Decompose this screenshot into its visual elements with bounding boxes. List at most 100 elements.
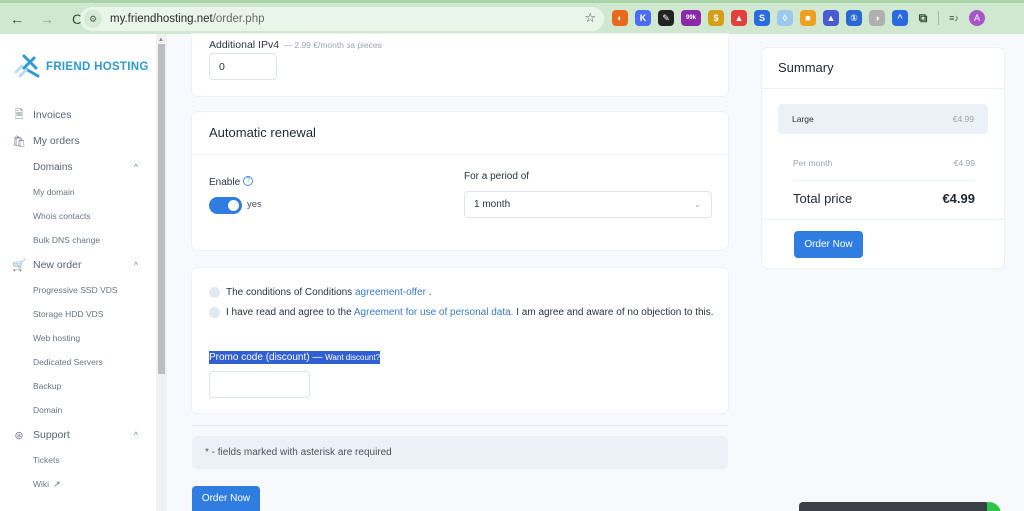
agreements-card: The conditions of Conditions agreement-o…: [192, 268, 728, 413]
ext-11-icon[interactable]: ①: [846, 10, 862, 26]
ext-puzzle-icon[interactable]: ⧉: [915, 10, 931, 26]
auto-renew-toggle[interactable]: [209, 197, 242, 214]
ext-badge-icon[interactable]: 99k: [681, 10, 701, 26]
total-label: Total price: [793, 191, 853, 206]
url-text: my.friendhosting.net/order.php: [110, 13, 265, 25]
promo-code-label: Promo code (discount) — Want discount?: [209, 351, 381, 364]
sidebar-item-support[interactable]: ⊛ Support ^: [0, 422, 156, 448]
help-icon[interactable]: ?: [243, 175, 254, 186]
summary-item-price: €4.99: [952, 114, 974, 124]
sidebar-item-label: Backup: [33, 381, 62, 391]
ext-5-icon[interactable]: $: [708, 10, 724, 26]
sidebar-item-domain[interactable]: Domain: [0, 398, 156, 422]
sidebar-item-label: Progressive SSD VDS: [33, 285, 118, 295]
summary-order-now-button[interactable]: Order Now: [794, 231, 863, 258]
sidebar-item-storage-hdd-vds[interactable]: Storage HDD VDS: [0, 302, 156, 326]
summary-card: Summary Large €4.99 Per month €4.99 Tota…: [762, 48, 1004, 268]
sidebar-item-backup[interactable]: Backup: [0, 374, 156, 398]
browser-toolbar: ← → C ⚙ my.friendhosting.net/order.php ☆…: [0, 0, 1024, 34]
invoices-icon: 🗎: [14, 108, 24, 121]
agreement-offer-checkbox[interactable]: [209, 287, 220, 298]
sidebar-item-new-order[interactable]: 🛒 New order ^: [0, 252, 156, 278]
ext-6-icon[interactable]: ▲: [731, 10, 747, 26]
total-row: Total price €4.99: [793, 191, 975, 206]
agreement-offer-link[interactable]: agreement-offer: [355, 287, 426, 298]
sidebar-item-progressive-ssd-vds[interactable]: Progressive SSD VDS: [0, 278, 156, 302]
forward-button[interactable]: →: [34, 6, 60, 32]
personal-data-link[interactable]: Agreement for use of personal data.: [354, 307, 514, 318]
sidebar-item-my-orders[interactable]: 🛍 My orders: [0, 128, 156, 154]
ipv4-quantity-input[interactable]: 0: [209, 53, 277, 80]
order-now-button[interactable]: Order Now: [192, 486, 260, 511]
toolbar-separator: [938, 11, 939, 25]
chevron-up-icon[interactable]: ^: [134, 162, 138, 172]
sidebar: FRIEND HOSTING 🗎 Invoices 🛍 My orders Domain…: [0, 34, 156, 511]
sidebar-item-wiki[interactable]: Wiki ↗: [0, 472, 156, 496]
ipv4-label-row: Additional IPv4 — 2.99 €/month за pieces: [209, 35, 382, 53]
sidebar-item-bulk-dns-change[interactable]: Bulk DNS change: [0, 228, 156, 252]
chat-widget[interactable]: [799, 502, 989, 511]
sidebar-item-tickets[interactable]: Tickets: [0, 448, 156, 472]
chevron-up-icon[interactable]: ^: [134, 260, 138, 270]
url-domain: my.friendhosting.net: [110, 13, 213, 25]
logo[interactable]: FRIEND HOSTING: [14, 54, 149, 80]
period-select[interactable]: 1 month ⌄: [464, 191, 712, 218]
chat-widget-accent[interactable]: [987, 502, 1001, 511]
want-discount-link[interactable]: Want discount?: [325, 353, 380, 362]
scroll-up-icon[interactable]: ▲: [158, 37, 164, 43]
summary-item: Large €4.99: [778, 104, 988, 134]
sidebar-item-dedicated-servers[interactable]: Dedicated Servers: [0, 350, 156, 374]
divider: [793, 180, 975, 181]
ext-8-icon[interactable]: ◊: [777, 10, 793, 26]
ext-3-icon[interactable]: ✎: [658, 10, 674, 26]
friend-hosting-logo-icon: [14, 54, 42, 80]
sidebar-item-label: Web hosting: [33, 333, 81, 343]
scroll-thumb[interactable]: [158, 44, 165, 374]
ext-10-icon[interactable]: ▲: [823, 10, 839, 26]
sidebar-item-whois-contacts[interactable]: Whois contacts: [0, 204, 156, 228]
sidebar-item-my-domain[interactable]: My domain: [0, 180, 156, 204]
back-button[interactable]: ←: [4, 6, 30, 32]
profile-avatar[interactable]: A: [969, 10, 985, 26]
personal-data-text: I have read and agree to the Agreement f…: [226, 305, 714, 320]
required-fields-notice: * - fields marked with asterisk are requ…: [192, 436, 728, 469]
media-control-icon[interactable]: ≡♪: [946, 10, 962, 26]
sidebar-item-label: Bulk DNS change: [33, 235, 101, 245]
site-info-icon[interactable]: ⚙: [84, 10, 102, 28]
summary-item-name: Large: [792, 114, 814, 124]
sidebar-scrollbar[interactable]: ▲: [156, 34, 167, 511]
per-month-row: Per month €4.99: [793, 158, 975, 168]
ipv4-label: Additional IPv4: [209, 39, 280, 51]
sidebar-item-label: Domains: [33, 161, 73, 173]
sidebar-item-label: Invoices: [33, 109, 72, 121]
promo-code-input[interactable]: [209, 371, 310, 398]
external-link-icon: ↗: [53, 478, 61, 489]
ext-k-icon[interactable]: K: [635, 10, 651, 26]
total-value: €4.99: [942, 191, 975, 206]
ext-7-icon[interactable]: S: [754, 10, 770, 26]
my-orders-icon: 🛍: [12, 135, 26, 148]
ext-9-icon[interactable]: ■: [800, 10, 816, 26]
sidebar-item-invoices[interactable]: 🗎 Invoices: [0, 102, 156, 128]
divider: [192, 154, 728, 155]
toggle-state-text: yes: [247, 199, 262, 210]
agreement-offer-prefix: The conditions of Conditions: [226, 287, 355, 298]
personal-data-row: I have read and agree to the Agreement f…: [209, 305, 714, 320]
address-bar[interactable]: ⚙ my.friendhosting.net/order.php ☆: [80, 7, 604, 31]
sidebar-item-web-hosting[interactable]: Web hosting: [0, 326, 156, 350]
sidebar-item-domains[interactable]: Domains ^: [0, 154, 156, 180]
forward-icon: →: [40, 10, 54, 27]
chevron-up-icon[interactable]: ^: [134, 430, 138, 440]
support-icon: ⊛: [14, 429, 24, 442]
agreement-offer-row: The conditions of Conditions agreement-o…: [209, 285, 432, 300]
bookmark-star-icon[interactable]: ☆: [584, 10, 596, 26]
sidebar-item-label: New order: [33, 259, 82, 271]
period-value: 1 month: [474, 199, 511, 210]
chevron-down-icon: ⌄: [694, 200, 701, 209]
personal-data-checkbox[interactable]: [209, 307, 220, 318]
promo-label-text: Promo code (discount) —: [209, 352, 326, 363]
ext-13-icon[interactable]: ^: [892, 10, 908, 26]
divider: [762, 88, 1004, 89]
ext-1-icon[interactable]: ◐: [612, 10, 628, 26]
ext-12-icon[interactable]: ◑: [869, 10, 885, 26]
